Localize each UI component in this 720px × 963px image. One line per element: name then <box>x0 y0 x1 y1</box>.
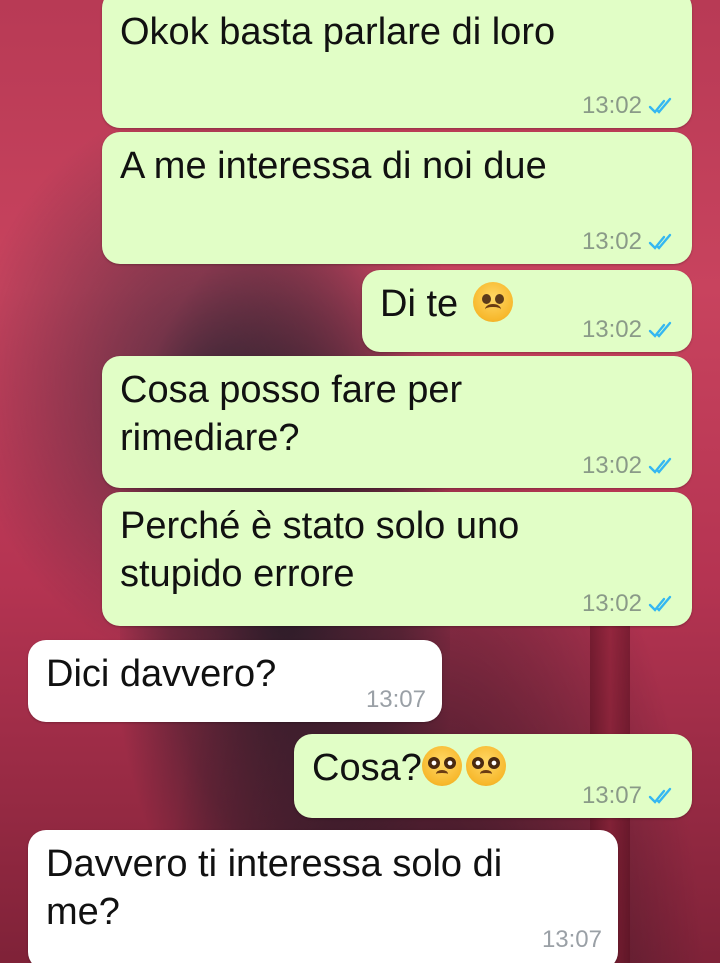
message-time: 13:02 <box>581 228 642 255</box>
read-ticks-icon <box>648 233 672 250</box>
message-time: 13:07 <box>365 686 426 713</box>
read-ticks-icon <box>648 457 672 474</box>
message-time: 13:02 <box>581 316 642 343</box>
message-time: 13:07 <box>581 782 642 809</box>
message-outgoing[interactable]: A me interessa di noi due 13:02 <box>102 132 692 264</box>
message-outgoing[interactable]: Cosa posso fare per rimediare? 13:02 <box>102 356 692 488</box>
message-incoming[interactable]: Dici davvero? 13:07 <box>28 640 442 722</box>
message-outgoing[interactable]: Di te 13:02 <box>362 270 692 352</box>
message-time: 13:02 <box>581 452 642 479</box>
message-text: Cosa posso fare per rimediare? <box>120 369 463 459</box>
pleading-face-icon <box>421 746 462 786</box>
message-outgoing[interactable]: Okok basta parlare di loro 13:02 <box>102 0 692 128</box>
pleading-face-icon <box>465 746 506 786</box>
message-outgoing[interactable]: Perché è stato solo uno stupido errore 1… <box>102 492 692 626</box>
message-time: 13:02 <box>581 92 642 119</box>
read-ticks-icon <box>648 595 672 612</box>
message-outgoing[interactable]: Cosa? 13:07 <box>294 734 692 818</box>
frowning-face-icon <box>472 282 513 322</box>
message-text: Di te <box>380 283 459 325</box>
message-text: A me interessa di noi due <box>120 145 547 187</box>
message-text: Davvero ti interessa solo di me? <box>46 843 503 933</box>
message-text: Perché è stato solo uno stupido errore <box>120 505 520 595</box>
message-text: Cosa? <box>312 747 422 789</box>
message-time: 13:07 <box>541 926 602 953</box>
read-ticks-icon <box>648 321 672 338</box>
message-incoming[interactable]: Davvero ti interessa solo di me? 13:07 <box>28 830 618 963</box>
read-ticks-icon <box>648 787 672 804</box>
read-ticks-icon <box>648 97 672 114</box>
message-text: Okok basta parlare di loro <box>120 11 556 53</box>
message-time: 13:02 <box>581 590 642 617</box>
